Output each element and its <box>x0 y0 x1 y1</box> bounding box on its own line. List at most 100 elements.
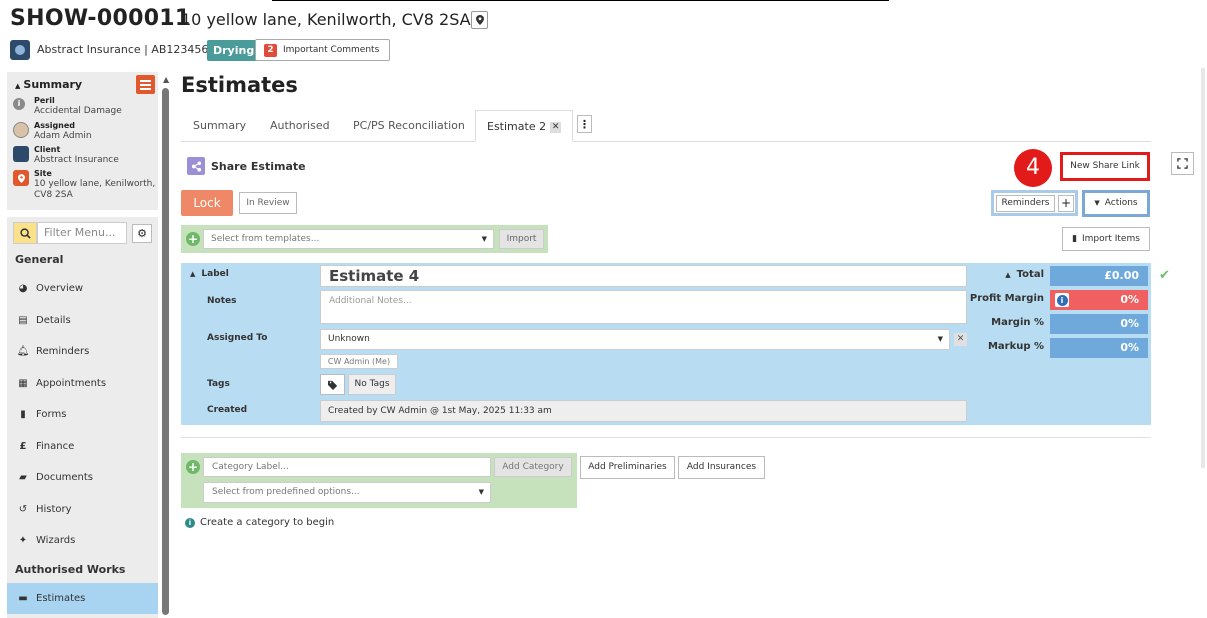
clipboard-icon: ▤ <box>18 315 28 326</box>
sidebar-item-wizards[interactable]: ✦ Wizards <box>7 525 158 556</box>
tab-more-button[interactable]: ⋮ <box>577 115 592 133</box>
add-reminder-button[interactable]: + <box>1058 195 1074 212</box>
folder-icon: ▰ <box>19 472 27 483</box>
summary-panel: ▲ Summary i Peril Accidental Damage Assig… <box>7 72 158 210</box>
category-label-input[interactable]: Category Label... <box>203 457 491 477</box>
template-import-group: + Select from templates... ▼ Import <box>181 225 548 253</box>
calendar-icon: ▦ <box>18 378 28 389</box>
sidebar-item-details[interactable]: ▤ Details <box>7 305 158 336</box>
sidebar-item-overview[interactable]: ◕ Overview <box>7 273 158 304</box>
import-items-button[interactable]: ▮ Import Items <box>1062 227 1150 251</box>
notes-textarea[interactable]: Additional Notes... <box>320 290 967 324</box>
reminders-button[interactable]: Reminders <box>996 195 1055 212</box>
actions-dropdown[interactable]: ▼ Actions <box>1082 190 1150 217</box>
fullscreen-button[interactable] <box>1171 152 1194 175</box>
profit-info-button[interactable]: i <box>1055 293 1069 307</box>
wand-icon: ✦ <box>18 535 28 546</box>
assigned-select[interactable]: Unknown ▼ <box>320 329 950 350</box>
client-logo <box>13 146 29 162</box>
avatar <box>13 122 29 138</box>
comments-count-badge: 2 <box>264 43 277 57</box>
sidebar-item-estimates[interactable]: ▬ Estimates <box>7 583 158 614</box>
lock-button[interactable]: Lock <box>181 190 233 216</box>
sidebar: ▲ Summary i Peril Accidental Damage Assig… <box>7 72 158 618</box>
sidebar-item-forms[interactable]: ▮ Forms <box>7 399 158 430</box>
map-pin-icon <box>475 15 484 25</box>
sidebar-scrollbar[interactable]: ▲ <box>162 75 170 615</box>
margin-label: Margin % <box>991 317 1044 328</box>
job-reference: SHOW-000011 <box>10 6 191 31</box>
insurer-info: Abstract Insurance | AB123456 <box>37 43 209 56</box>
page-title: Estimates <box>181 73 298 97</box>
label-heading[interactable]: ▲ Label <box>190 269 229 279</box>
important-comments-button[interactable]: 2 Important Comments <box>255 39 390 61</box>
tab-pcps-reconciliation[interactable]: PC/PS Reconciliation <box>353 110 465 141</box>
share-estimate-heading: Share Estimate <box>211 160 306 173</box>
estimate-tabs: Summary Authorised PC/PS Reconciliation … <box>181 110 1151 142</box>
scroll-up-icon[interactable]: ▲ <box>163 75 169 84</box>
markup-label: Markup % <box>987 341 1044 352</box>
total-label: ▲ Total <box>1005 269 1044 280</box>
new-share-link-button[interactable]: New Share Link <box>1060 152 1150 181</box>
summary-assigned: Assigned Adam Admin <box>13 121 158 143</box>
more-vertical-icon: ⋮ <box>579 117 590 131</box>
tags-heading: Tags <box>207 379 230 389</box>
import-button[interactable]: Import <box>499 229 544 249</box>
status-badge[interactable]: Drying <box>207 40 261 61</box>
sidebar-item-finance[interactable]: £ Finance <box>7 431 158 462</box>
margin-value: 0% <box>1050 314 1148 334</box>
menu-heading-general: General <box>15 253 64 266</box>
tag-icon <box>327 380 337 390</box>
main-scrollbar[interactable] <box>1201 68 1205 468</box>
template-select[interactable]: Select from templates... ▼ <box>203 229 494 249</box>
estimate-name-input[interactable]: Estimate 4 <box>320 265 967 287</box>
chevron-down-icon: ▼ <box>937 335 943 343</box>
tab-authorised[interactable]: Authorised <box>270 110 330 141</box>
profit-margin-label: Profit Margin <box>969 293 1044 304</box>
file-icon: ▮ <box>20 409 26 420</box>
assign-me-chip[interactable]: CW Admin (Me) <box>320 354 398 369</box>
add-category-button[interactable]: Add Category <box>494 457 572 477</box>
close-icon[interactable]: ✕ <box>550 121 562 133</box>
add-circle-icon: + <box>186 460 200 474</box>
caret-down-icon: ▼ <box>1094 199 1100 207</box>
dashboard-icon: ◕ <box>18 283 28 294</box>
sidebar-item-reminders[interactable]: 🔔︎ Reminders <box>7 336 158 367</box>
pound-icon: £ <box>19 441 27 452</box>
predefined-options-select[interactable]: Select from predefined options... ▼ <box>203 482 491 503</box>
top-rule <box>272 0 889 1</box>
tag-button[interactable] <box>320 374 345 395</box>
summary-toggle[interactable]: ▲ Summary <box>15 78 82 91</box>
sidebar-item-documents[interactable]: ▰ Documents <box>7 462 158 493</box>
menu-settings-button[interactable]: ⚙ <box>132 224 152 243</box>
job-address: 10 yellow lane, Kenilworth, CV8 2SA <box>181 10 471 29</box>
tab-summary[interactable]: Summary <box>193 110 246 141</box>
document-icon: ▮ <box>1072 234 1078 244</box>
info-icon: i <box>185 517 195 528</box>
sidebar-item-appointments[interactable]: ▦ Appointments <box>7 368 158 399</box>
navigation-menu: Filter Menu... ⚙ General ◕ Overview ▤ Deta… <box>7 217 158 618</box>
sidebar-item-history[interactable]: ↺ History <box>7 494 158 525</box>
reminders-group: Reminders + <box>991 190 1078 216</box>
expand-icon <box>1177 158 1188 169</box>
in-review-button[interactable]: In Review <box>239 192 297 214</box>
add-preliminaries-button[interactable]: Add Preliminaries <box>580 456 675 479</box>
created-info: Created by CW Admin @ 1st May, 2025 11:3… <box>320 400 967 422</box>
section-divider <box>181 437 1151 438</box>
map-pin-button[interactable] <box>471 11 488 29</box>
filter-menu-input[interactable]: Filter Menu... <box>37 222 127 244</box>
add-insurances-button[interactable]: Add Insurances <box>678 456 765 479</box>
menu-toggle-button[interactable] <box>136 75 155 94</box>
scrollbar-thumb[interactable] <box>162 88 169 615</box>
caret-up-icon: ▲ <box>1005 271 1011 279</box>
share-icon <box>187 157 205 175</box>
tab-estimate-2[interactable]: Estimate 2 ✕ <box>475 110 574 142</box>
info-icon: i <box>13 98 25 110</box>
summary-site: Site 10 yellow lane, Kenilworth, CV8 2SA <box>13 169 158 203</box>
comments-label: Important Comments <box>283 45 380 55</box>
summary-peril: i Peril Accidental Damage <box>13 96 158 118</box>
location-icon <box>13 170 29 186</box>
step-number-badge: 4 <box>1014 149 1052 187</box>
add-category-group: + Category Label... Add Category Select … <box>181 453 577 508</box>
caret-up-icon: ▲ <box>190 270 196 278</box>
